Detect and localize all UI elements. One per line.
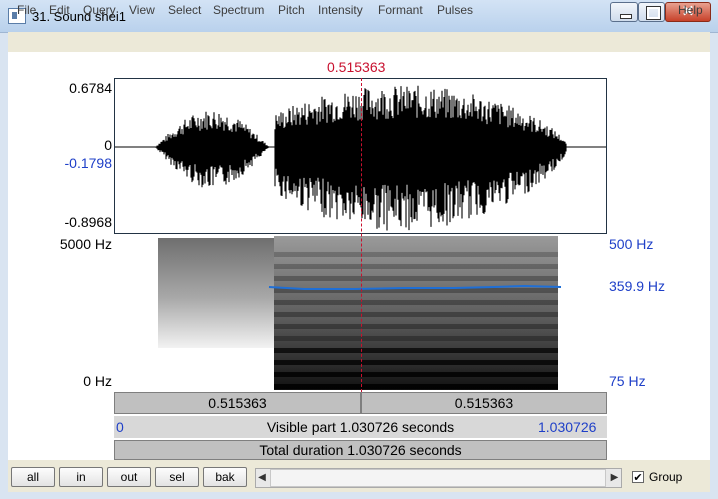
harmonic-band bbox=[274, 336, 558, 341]
menu-view[interactable]: View bbox=[129, 3, 155, 17]
minimize-button[interactable] bbox=[610, 2, 638, 22]
waveform-min-label: -0.8968 bbox=[64, 214, 112, 230]
pitch-top-label: 500 Hz bbox=[609, 236, 654, 252]
cursor-time-label: 0.515363 bbox=[327, 59, 386, 75]
harmonic-band bbox=[274, 264, 558, 269]
scroll-right-arrow-icon[interactable]: ▶ bbox=[607, 468, 622, 488]
menu-intensity[interactable]: Intensity bbox=[318, 3, 363, 17]
menu-bar bbox=[8, 32, 710, 52]
group-checkbox[interactable]: ✔ bbox=[632, 471, 644, 484]
menu-pitch[interactable]: Pitch bbox=[278, 3, 305, 17]
harmonic-band bbox=[274, 372, 558, 377]
zoom-in-button[interactable]: in bbox=[59, 467, 103, 487]
visible-part-text: Visible part 1.030726 seconds bbox=[266, 419, 455, 435]
zoom-selection-button[interactable]: sel bbox=[155, 467, 199, 487]
waveform-max-label: 0.6784 bbox=[69, 80, 112, 96]
harmonic-band bbox=[274, 348, 558, 353]
harmonic-band bbox=[274, 252, 558, 257]
harmonic-band bbox=[274, 300, 558, 305]
waveform-zero-label: 0 bbox=[104, 137, 112, 153]
total-duration-text: Total duration 1.030726 seconds bbox=[259, 442, 462, 458]
waveform-cursor-value: -0.1798 bbox=[64, 155, 112, 171]
menu-file[interactable]: File bbox=[17, 3, 36, 17]
cursor-line bbox=[361, 78, 362, 392]
harmonic-band bbox=[274, 384, 558, 389]
spectrogram-bottom-freq: 0 Hz bbox=[83, 373, 112, 389]
zoom-all-button[interactable]: all bbox=[11, 467, 55, 487]
menu-formant[interactable]: Formant bbox=[378, 3, 423, 17]
menu-edit[interactable]: Edit bbox=[49, 3, 70, 17]
menu-pulses[interactable]: Pulses bbox=[437, 3, 473, 17]
harmonic-band bbox=[274, 360, 558, 365]
menu-query[interactable]: Query bbox=[83, 3, 116, 17]
harmonic-band bbox=[274, 324, 558, 329]
scroll-left-arrow-icon[interactable]: ◀ bbox=[255, 468, 269, 488]
menu-select[interactable]: Select bbox=[168, 3, 201, 17]
pitch-value-label: 359.9 Hz bbox=[609, 278, 666, 294]
selection-right-segment[interactable]: 0.515363 bbox=[361, 392, 607, 414]
zoom-out-button[interactable]: out bbox=[107, 467, 151, 487]
visible-end-time: 1.030726 bbox=[538, 419, 597, 435]
maximize-button[interactable] bbox=[638, 2, 665, 22]
spectrogram-top-freq: 5000 Hz bbox=[59, 236, 112, 252]
harmonic-band bbox=[274, 312, 558, 317]
menu-help[interactable]: Help bbox=[678, 3, 703, 17]
menu-spectrum[interactable]: Spectrum bbox=[213, 3, 264, 17]
scrollbar-thumb[interactable] bbox=[270, 469, 606, 487]
fricative-energy bbox=[158, 238, 274, 348]
selection-left-segment[interactable]: 0.515363 bbox=[114, 392, 361, 414]
pitch-bottom-label: 75 Hz bbox=[609, 373, 646, 389]
group-label: Group bbox=[649, 470, 683, 484]
zoom-back-button[interactable]: bak bbox=[203, 467, 247, 487]
harmonic-band bbox=[274, 276, 558, 281]
